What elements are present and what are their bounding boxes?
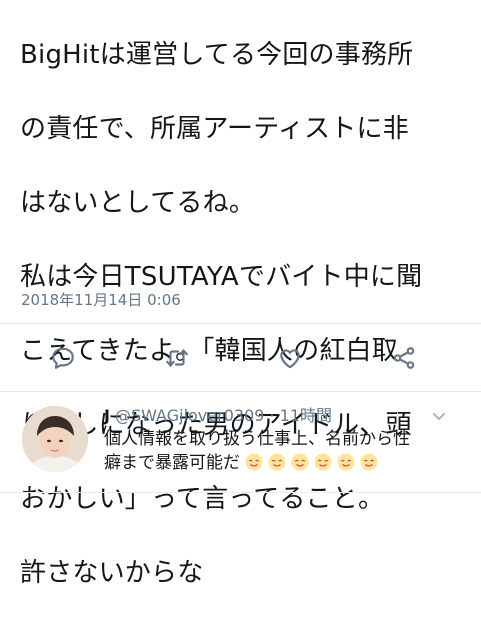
tweet-line: BigHitは運営してる今回の事務所 [20, 40, 414, 70]
smiling-face-icon [337, 453, 355, 471]
divider [0, 323, 481, 324]
smiling-face-icon [360, 453, 378, 471]
tweet-timestamp[interactable]: 2018年11月14日 0:06 [21, 289, 181, 310]
tweet-text: BigHitは運営してる今回の事務所 の責任で、所属アーティストに非 はないとし… [20, 0, 470, 629]
more-options-button[interactable] [431, 408, 447, 424]
reply-line-text: 癖まで暴露可能だ [104, 453, 240, 473]
emoji-row [240, 453, 378, 473]
reply-text: 個人情報を取り扱う仕事上、名前から性 癖まで暴露可能だ [104, 427, 464, 475]
reply-button[interactable] [45, 342, 81, 378]
tweet-line: の責任で、所属アーティストに非 [20, 114, 409, 144]
chevron-down-icon [431, 409, 447, 428]
reply-author-name[interactable]: J [104, 406, 110, 425]
reply-tweet[interactable]: J @SWAGjlover0309 · 11時間 個人情報を取り扱う仕事上、名前か… [0, 396, 481, 486]
smiling-face-icon [268, 453, 286, 471]
like-button[interactable] [272, 342, 308, 378]
divider [0, 492, 481, 493]
tweet-line: おかしい」って言ってること。 [20, 484, 385, 514]
tweet-line: 許さないからな [20, 558, 204, 588]
smiling-face-icon [245, 453, 263, 471]
divider [0, 391, 481, 392]
heart-icon [277, 345, 303, 375]
share-button[interactable] [386, 342, 422, 378]
avatar[interactable] [22, 406, 88, 472]
tweet-actions [0, 342, 481, 378]
retweet-icon [164, 345, 190, 375]
tweet-line: はないとしてるね。 [20, 188, 256, 218]
share-icon [391, 345, 417, 375]
reply-header: J @SWAGjlover0309 · 11時間 [104, 402, 332, 426]
smiling-face-icon [291, 453, 309, 471]
reply-line: 個人情報を取り扱う仕事上、名前から性 [104, 429, 410, 449]
reply-handle-time: @SWAGjlover0309 · 11時間 [114, 406, 333, 425]
retweet-button[interactable] [159, 342, 195, 378]
reply-line: 癖まで暴露可能だ [104, 451, 464, 475]
reply-icon [50, 345, 76, 375]
smiling-face-icon [314, 453, 332, 471]
